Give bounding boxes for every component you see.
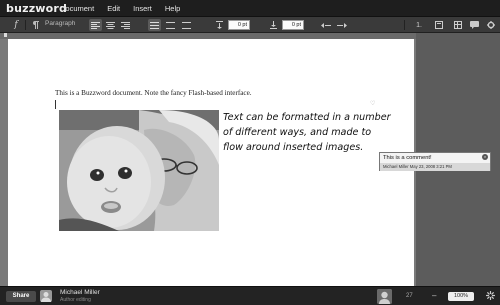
space-after-icon	[268, 19, 278, 31]
space-before-input[interactable]: 0 pt	[228, 20, 250, 30]
comment-icon[interactable]	[469, 19, 480, 31]
space-after-input[interactable]: 0 pt	[282, 20, 304, 30]
numbered-list-button[interactable]: 1.	[413, 19, 425, 31]
menu-insert[interactable]: Insert	[133, 4, 152, 13]
space-before-icon	[214, 19, 224, 31]
settings-icon[interactable]	[485, 19, 496, 31]
menu-help[interactable]: Help	[165, 4, 180, 13]
format-toolbar: f Paragraph 0 pt 0 pt 1.	[0, 17, 500, 33]
menu-bar: buzzword Document Edit Insert Help	[0, 0, 500, 17]
spinner-icon	[485, 290, 496, 302]
minus-icon[interactable]: –	[432, 291, 436, 300]
line-spacing-double-icon[interactable]	[180, 19, 193, 31]
comment-marker-icon[interactable]: ♡	[370, 100, 377, 107]
comment-meta: Michael Miller May 23, 2008 3:21 PM	[380, 163, 490, 171]
document-canvas: This is a Buzzword document. Note the fa…	[0, 39, 416, 286]
app-logo: buzzword	[6, 1, 68, 15]
line-spacing-medium-icon[interactable]	[164, 19, 177, 31]
table-icon[interactable]	[452, 19, 463, 31]
status-bar: Share Michael Miller Author editing 27 –…	[0, 286, 500, 305]
comment-note[interactable]: This is a comment! Michael Miller May 23…	[379, 152, 491, 171]
indent-icon[interactable]	[336, 19, 348, 31]
font-icon[interactable]: f	[11, 19, 21, 31]
toolbar-divider	[25, 20, 26, 30]
line-spacing-single-icon[interactable]	[148, 19, 161, 31]
zoom-level[interactable]: 100%	[448, 292, 474, 301]
align-right-icon[interactable]	[119, 19, 132, 31]
document-page[interactable]: This is a Buzzword document. Note the fa…	[8, 39, 414, 286]
collaborator-avatar[interactable]	[377, 289, 392, 304]
align-left-icon[interactable]	[89, 19, 102, 31]
indent-marker[interactable]	[4, 33, 7, 37]
align-center-icon[interactable]	[104, 19, 117, 31]
page-count: 27	[406, 293, 413, 299]
document-icon[interactable]	[433, 19, 444, 31]
paragraph-icon[interactable]	[30, 19, 40, 31]
text-cursor	[55, 100, 56, 109]
menu-edit[interactable]: Edit	[107, 4, 120, 13]
menu-document[interactable]: Document	[60, 4, 94, 13]
comment-text: This is a comment!	[383, 155, 432, 161]
paragraph-style-select[interactable]: Paragraph	[45, 20, 75, 27]
comment-delete-icon[interactable]: ×	[482, 154, 488, 160]
user-status: Author editing	[60, 297, 91, 303]
toolbar-divider	[404, 20, 405, 30]
inserted-photo[interactable]	[59, 110, 219, 231]
flow-text-paragraph: Text can be formatted in a number of dif…	[223, 112, 391, 153]
user-name: Michael Miller	[60, 289, 100, 296]
outdent-icon[interactable]	[320, 19, 332, 31]
user-avatar	[40, 290, 52, 302]
share-button[interactable]: Share	[6, 291, 36, 302]
intro-paragraph: This is a Buzzword document. Note the fa…	[55, 89, 252, 97]
